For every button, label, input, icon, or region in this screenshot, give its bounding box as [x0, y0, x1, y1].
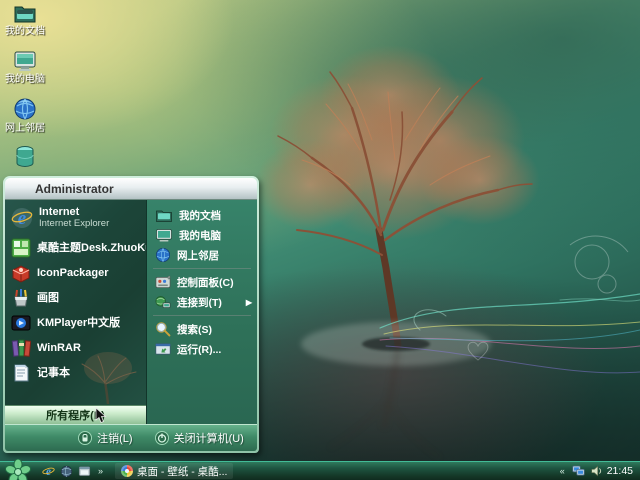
desktop-icon-my-computer[interactable]: 我的电脑 [0, 50, 52, 85]
all-programs-label: 所有程序(P) [46, 410, 105, 422]
shutdown-label: 关闭计算机(U) [173, 433, 244, 445]
network-globe-icon [156, 248, 170, 262]
menu-item-subtitle: Internet Explorer [39, 218, 110, 229]
start-menu-item-network-places[interactable]: 网上邻居 [147, 245, 257, 265]
menu-item-title: Internet [39, 206, 80, 218]
taskbar-clock[interactable]: 21:45 [607, 465, 633, 477]
all-programs-button[interactable]: 所有程序(P) [5, 405, 146, 424]
quick-launch-internet-explorer[interactable]: e [42, 465, 55, 478]
quick-launch-browser-globe[interactable] [60, 465, 73, 478]
desktop: 我的文档 我的电脑 网上邻居 Administrator e Internet … [0, 0, 640, 480]
taskbar: e » 桌面 - 壁纸 - 桌酷... « 21:45 [0, 458, 640, 480]
start-menu-item-paint[interactable]: 画图 [5, 285, 146, 310]
recycle-bin-icon [16, 146, 34, 167]
quick-launch-bar: e » [42, 465, 105, 478]
kmplayer-icon [11, 315, 31, 330]
menu-item-title: 画图 [37, 291, 59, 304]
system-tray: « 21:45 [558, 465, 640, 477]
connect-to-icon [155, 295, 171, 308]
network-status-icon[interactable] [572, 465, 585, 477]
log-off-label: 注销(L) [97, 433, 133, 445]
my-computer-icon [14, 51, 36, 71]
menu-item-title: KMPlayer中文版 [37, 316, 121, 329]
tray-collapse-chevron-icon[interactable]: « [558, 466, 567, 476]
start-menu-right-column: 我的文档 我的电脑 网上邻居 控制面板(C) 连接到(T) ▶ 搜索(S) 运行… [147, 200, 257, 424]
submenu-arrow-icon: ▶ [245, 297, 252, 307]
start-button[interactable] [0, 458, 36, 480]
quick-launch-overflow-chevron-icon[interactable]: » [96, 466, 105, 476]
start-menu-tree-watermark [81, 352, 137, 404]
desktop-icon-label: 我的电脑 [5, 74, 45, 85]
control-panel-icon [155, 275, 171, 288]
start-menu-item-connect-to[interactable]: 连接到(T) ▶ [147, 292, 257, 312]
winrar-icon [11, 339, 31, 357]
iconpackager-icon [12, 264, 30, 283]
computer-icon [156, 228, 172, 241]
task-window-icon [121, 465, 134, 477]
quick-launch-window-app[interactable] [78, 465, 91, 478]
volume-icon[interactable] [590, 465, 602, 477]
start-menu-username: Administrator [35, 181, 114, 196]
browser-globe-icon [60, 465, 73, 477]
menu-separator [153, 315, 251, 316]
desktop-icon-recycle-bin[interactable] [0, 145, 52, 171]
desktop-icon-label: 我的文档 [5, 26, 45, 37]
menu-item-title: 桌酷主题Desk.ZhuoKu.Com [37, 241, 146, 254]
log-off-icon [78, 431, 93, 445]
start-menu-item-search[interactable]: 搜索(S) [147, 319, 257, 339]
start-menu-item-my-documents[interactable]: 我的文档 [147, 205, 257, 225]
shutdown-button[interactable]: 关闭计算机(U) [154, 430, 244, 446]
window-app-icon [78, 465, 91, 476]
taskbar-task-button[interactable]: 桌面 - 壁纸 - 桌酷... [115, 463, 234, 479]
start-menu-left-column: e Internet Internet Explorer 桌酷主题Desk.Zh… [5, 200, 147, 424]
paint-icon [14, 288, 28, 306]
start-menu-footer: 注销(L) 关闭计算机(U) [5, 424, 257, 451]
start-menu-body: e Internet Internet Explorer 桌酷主题Desk.Zh… [5, 200, 257, 424]
network-places-icon [14, 98, 36, 120]
menu-item-label: 控制面板(C) [177, 276, 234, 289]
zhuoku-theme-icon [11, 238, 31, 257]
menu-item-label: 我的文档 [179, 209, 221, 222]
notepad-icon [14, 364, 29, 381]
desktop-icon-my-documents[interactable]: 我的文档 [0, 2, 52, 37]
menu-item-label: 我的电脑 [179, 229, 221, 242]
menu-item-label: 网上邻居 [177, 249, 219, 262]
desktop-icon-label: 网上邻居 [5, 123, 45, 134]
svg-text:e: e [18, 208, 27, 229]
menu-item-label: 搜索(S) [177, 323, 212, 336]
start-menu-item-zhuoku-theme[interactable]: 桌酷主题Desk.ZhuoKu.Com [5, 235, 146, 260]
start-menu-header: Administrator [5, 178, 257, 200]
start-menu-item-kmplayer[interactable]: KMPlayer中文版 [5, 310, 146, 335]
start-menu-item-my-computer[interactable]: 我的电脑 [147, 225, 257, 245]
shutdown-icon [154, 431, 169, 445]
menu-item-label: 运行(R)... [177, 343, 222, 356]
start-menu-item-internet[interactable]: e Internet Internet Explorer [5, 200, 146, 235]
menu-item-title: IconPackager [37, 266, 109, 279]
task-window-title: 桌面 - 壁纸 - 桌酷... [137, 465, 228, 478]
desktop-icon-network-places[interactable]: 网上邻居 [0, 97, 52, 134]
internet-explorer-icon: e [11, 207, 33, 229]
run-icon [155, 343, 171, 355]
start-menu-item-iconpackager[interactable]: IconPackager [5, 260, 146, 285]
start-menu-item-run[interactable]: 运行(R)... [147, 339, 257, 359]
search-icon [156, 322, 171, 337]
start-menu-item-control-panel[interactable]: 控制面板(C) [147, 272, 257, 292]
start-flower-icon [5, 458, 31, 480]
my-documents-icon [14, 6, 36, 23]
internet-explorer-icon: e [42, 466, 55, 478]
log-off-button[interactable]: 注销(L) [78, 430, 133, 446]
documents-folder-icon [156, 210, 172, 222]
menu-item-title: 记事本 [37, 366, 70, 379]
menu-item-label: 连接到(T) [177, 296, 222, 309]
start-menu: Administrator e Internet Internet Explor… [3, 176, 259, 453]
menu-separator [153, 268, 251, 269]
